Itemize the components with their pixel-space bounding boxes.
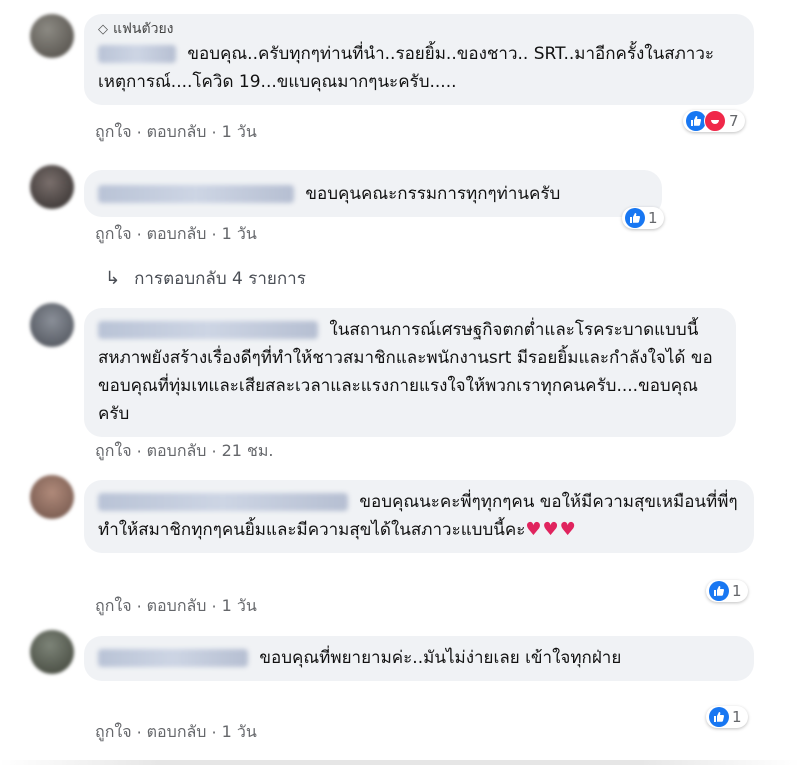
- comment-actions: ถูกใจ · ตอบกลับ · 1 วัน: [95, 122, 257, 142]
- like-icon: [686, 111, 706, 131]
- like-button[interactable]: ถูกใจ: [95, 720, 132, 745]
- like-button[interactable]: ถูกใจ: [95, 594, 132, 619]
- separator: ·: [211, 722, 217, 742]
- heart-emoji: ♥♥♥: [525, 519, 577, 540]
- comment-bubble: ขอบคุนคณะกรรมการทุกๆท่านครับ: [84, 170, 662, 217]
- reply-button[interactable]: ตอบกลับ: [147, 439, 207, 464]
- avatar[interactable]: [30, 303, 74, 347]
- divider: [0, 760, 800, 765]
- timestamp[interactable]: 1 วัน: [222, 222, 257, 247]
- comment-bubble: ◇ แฟนตัวยง ขอบคุณ..ครับทุกๆท่านที่นำ..รอ…: [84, 14, 754, 105]
- avatar[interactable]: [30, 165, 74, 209]
- comment-text: ขอบคุนคณะกรรมการทุกๆท่านครับ: [305, 184, 561, 204]
- author-name[interactable]: [98, 321, 318, 339]
- fan-badge-label: แฟนตัวยง: [113, 21, 174, 37]
- comment-actions: ถูกใจ · ตอบกลับ · 1 วัน: [95, 722, 257, 742]
- timestamp[interactable]: 1 วัน: [222, 120, 257, 145]
- reaction-count: 1: [732, 582, 742, 600]
- fan-badge: ◇ แฟนตัวยง: [98, 20, 740, 38]
- comment-text: ขอบคุณที่พยายามค่ะ..มันไม่ง่ายเลย เข้าใจ…: [259, 648, 622, 668]
- separator: ·: [136, 224, 142, 244]
- separator: ·: [136, 441, 142, 461]
- separator: ·: [211, 596, 217, 616]
- avatar[interactable]: [30, 630, 74, 674]
- timestamp[interactable]: 21 ชม.: [222, 439, 274, 464]
- like-button[interactable]: ถูกใจ: [95, 222, 132, 247]
- reaction-summary[interactable]: 7: [683, 110, 745, 132]
- like-icon: [625, 208, 645, 228]
- separator: ·: [136, 122, 142, 142]
- avatar[interactable]: [30, 475, 74, 519]
- reaction-summary[interactable]: 1: [622, 207, 664, 229]
- timestamp[interactable]: 1 วัน: [222, 720, 257, 745]
- author-name[interactable]: [98, 45, 176, 63]
- author-name[interactable]: [98, 649, 248, 667]
- reaction-count: 7: [729, 112, 739, 130]
- reaction-summary[interactable]: 1: [706, 580, 748, 602]
- separator: ·: [211, 441, 217, 461]
- reply-button[interactable]: ตอบกลับ: [147, 222, 207, 247]
- separator: ·: [211, 122, 217, 142]
- reply-button[interactable]: ตอบกลับ: [147, 720, 207, 745]
- reply-arrow-icon: ↳: [105, 268, 121, 289]
- reply-button[interactable]: ตอบกลับ: [147, 120, 207, 145]
- haha-icon: [704, 110, 726, 132]
- reaction-count: 1: [648, 209, 658, 227]
- comment-bubble: ขอบคุณที่พยายามค่ะ..มันไม่ง่ายเลย เข้าใจ…: [84, 636, 754, 681]
- like-icon: [709, 581, 729, 601]
- comment-actions: ถูกใจ · ตอบกลับ · 1 วัน: [95, 224, 257, 244]
- separator: ·: [136, 596, 142, 616]
- separator: ·: [211, 224, 217, 244]
- avatar[interactable]: [30, 14, 74, 58]
- view-replies-label: การตอบกลับ 4 รายการ: [134, 269, 306, 289]
- comment-text: ขอบคุณ..ครับทุกๆท่านที่นำ..รอยยิ้ม..ของช…: [98, 44, 715, 92]
- comment-actions: ถูกใจ · ตอบกลับ · 1 วัน: [95, 596, 257, 616]
- like-button[interactable]: ถูกใจ: [95, 439, 132, 464]
- separator: ·: [136, 722, 142, 742]
- like-icon: [709, 707, 729, 727]
- comment-bubble: ในสถานการณ์เศรษฐกิจตกต่ำและโรคระบาดแบบนี…: [84, 308, 736, 437]
- comment-actions: ถูกใจ · ตอบกลับ · 21 ชม.: [95, 441, 274, 461]
- reaction-summary[interactable]: 1: [706, 706, 748, 728]
- author-name[interactable]: [98, 493, 348, 511]
- comment-bubble: ขอบคุณนะคะพี่ๆทุกๆคน ขอให้มีความสุขเหมือ…: [84, 480, 754, 553]
- reply-button[interactable]: ตอบกลับ: [147, 594, 207, 619]
- reaction-count: 1: [732, 708, 742, 726]
- diamond-icon: ◇: [98, 21, 108, 37]
- timestamp[interactable]: 1 วัน: [222, 594, 257, 619]
- like-button[interactable]: ถูกใจ: [95, 120, 132, 145]
- author-name[interactable]: [98, 185, 294, 203]
- view-replies-link[interactable]: ↳ การตอบกลับ 4 รายการ: [105, 265, 306, 292]
